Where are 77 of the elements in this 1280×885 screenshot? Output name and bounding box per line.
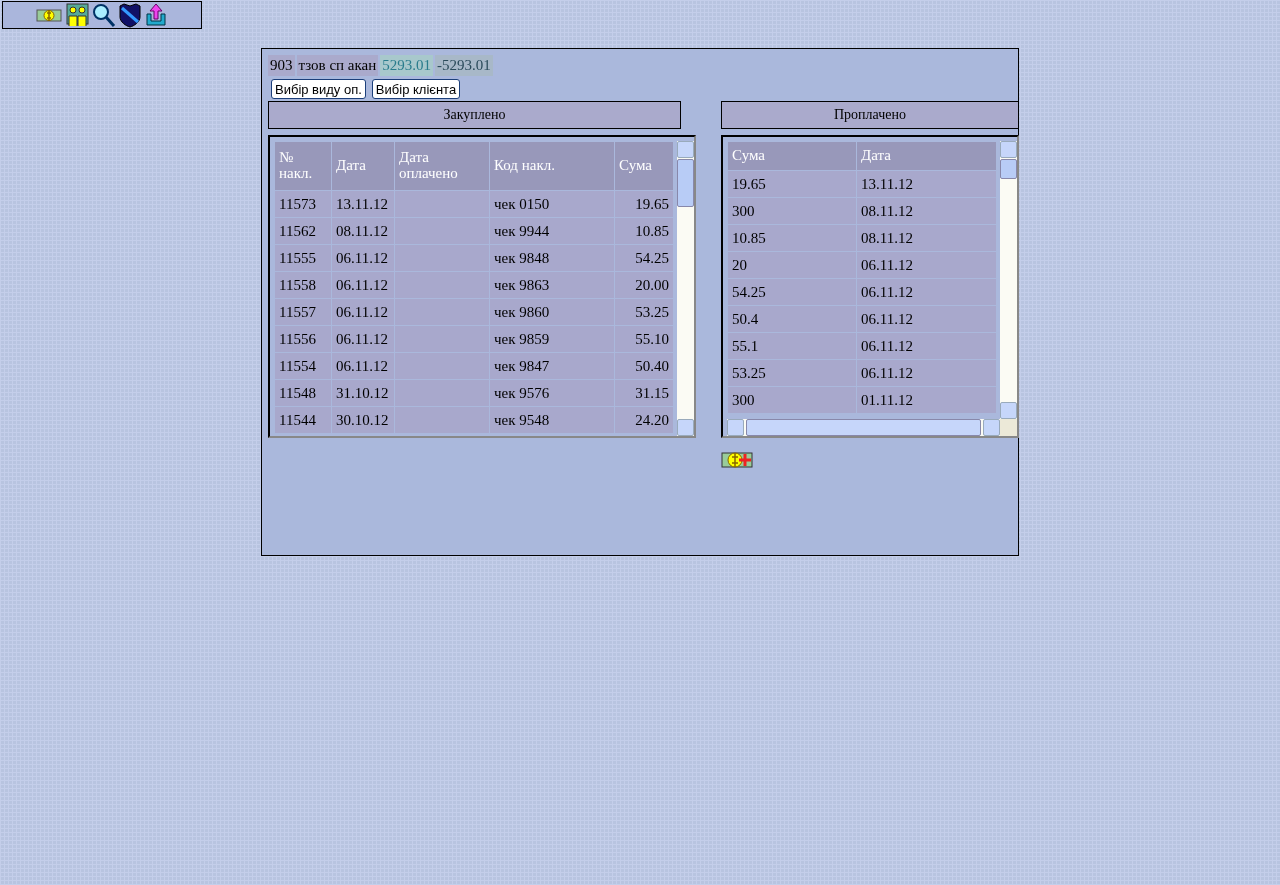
column-header: Сума (614, 141, 674, 191)
table-cell: 20 (732, 256, 747, 273)
table-cell: чек 9860 (494, 303, 550, 320)
section-header: Проплачено (721, 101, 1019, 129)
table-cell: 11558 (279, 276, 316, 293)
table-cell: 06.11.12 (861, 310, 913, 327)
select-button[interactable]: Вибір виду оп. (271, 79, 366, 99)
table-cell: 01.11.12 (861, 391, 913, 408)
table-cell: 20.00 (635, 276, 669, 293)
table-cell: чек 9576 (494, 384, 550, 401)
table-cell: 06.11.12 (861, 364, 913, 381)
table-cell: чек 9859 (494, 330, 550, 347)
table-cell: чек 9848 (494, 249, 550, 266)
vertical-scrollbar[interactable] (1000, 141, 1017, 419)
amount-value: 5293.01 (380, 55, 433, 76)
column-header: Дата (331, 141, 395, 191)
table-cell: 06.11.12 (336, 357, 388, 374)
upload-icon[interactable] (144, 2, 168, 28)
table-cell: 31.15 (635, 384, 669, 401)
column-header: Дата (856, 141, 997, 171)
table-cell: 300 (732, 202, 755, 219)
table-cell: 06.11.12 (861, 283, 913, 300)
client-name: тзов сп акан (296, 55, 379, 76)
table-cell: 50.4 (732, 310, 759, 327)
table-cell: чек 9548 (494, 411, 550, 428)
vertical-scrollbar[interactable] (677, 141, 694, 436)
table-cell: 11573 (279, 195, 316, 212)
table-cell: 08.11.12 (336, 222, 388, 239)
table-cell: 06.11.12 (336, 276, 388, 293)
table-cell: чек 9847 (494, 357, 550, 374)
table-cell: 53.25 (635, 303, 669, 320)
column-header: Сума (727, 141, 857, 171)
table-cell: 11555 (279, 249, 316, 266)
table-cell: 10.85 (732, 229, 766, 246)
table-cell: 06.11.12 (861, 256, 913, 273)
table-cell: 11554 (279, 357, 316, 374)
balance-value: -5293.01 (435, 55, 493, 76)
column-header: Дата оплачено (394, 141, 490, 191)
search-icon[interactable] (92, 2, 116, 28)
horizontal-scrollbar[interactable] (727, 419, 1017, 436)
table-cell: 300 (732, 391, 755, 408)
table-cell: чек 9944 (494, 222, 550, 239)
table-cell: 19.65 (635, 195, 669, 212)
table-cell: 08.11.12 (861, 202, 913, 219)
table-cell: 50.40 (635, 357, 669, 374)
table-cell: 06.11.12 (336, 303, 388, 320)
table-cell: 54.25 (635, 249, 669, 266)
table-cell: 30.10.12 (336, 411, 389, 428)
table-cell: 11557 (279, 303, 316, 320)
table-cell: чек 9863 (494, 276, 550, 293)
table-cell: 11556 (279, 330, 316, 347)
table-cell: 55.1 (732, 337, 759, 354)
table-cell: 55.10 (635, 330, 669, 347)
section-header: Закуплено (268, 101, 681, 129)
table-cell: 11562 (279, 222, 316, 239)
table-cell: 13.11.12 (336, 195, 388, 212)
people-icon[interactable] (64, 2, 90, 28)
table-cell: 08.11.12 (861, 229, 913, 246)
table-cell: 06.11.12 (336, 249, 388, 266)
table-cell: 19.65 (732, 175, 766, 192)
column-header: № накл. (274, 141, 332, 191)
table-cell: 24.20 (635, 411, 669, 428)
table-cell: 53.25 (732, 364, 766, 381)
shield-icon[interactable] (118, 2, 142, 28)
table-cell: 10.85 (635, 222, 669, 239)
column-header: Код накл. (489, 141, 615, 191)
table-cell: чек 0150 (494, 195, 550, 212)
client-code: 903 (268, 55, 295, 76)
table-cell: 13.11.12 (861, 175, 913, 192)
select-button[interactable]: Вибір клієнта (371, 79, 461, 99)
table-cell: 06.11.12 (861, 337, 913, 354)
table-cell: 31.10.12 (336, 384, 389, 401)
table-cell: 54.25 (732, 283, 766, 300)
table-cell: 11544 (279, 411, 316, 428)
banknote-add-icon[interactable] (721, 450, 753, 470)
table-cell: 11548 (279, 384, 316, 401)
table-cell: 06.11.12 (336, 330, 388, 347)
